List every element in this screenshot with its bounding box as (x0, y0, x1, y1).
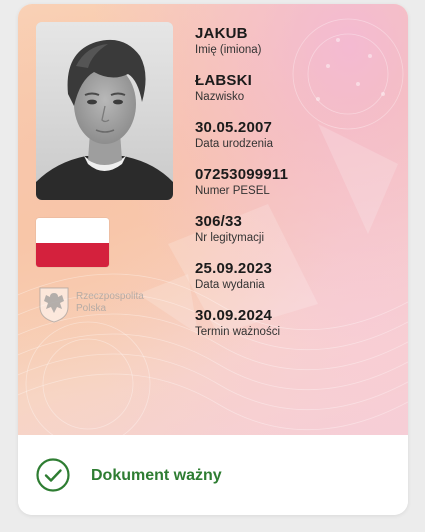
issue-date-value: 25.09.2023 (195, 260, 273, 277)
emblem-text-line1: Rzeczpospolita (76, 291, 144, 302)
field-last-name: ŁABSKI Nazwisko (195, 71, 395, 105)
id-card: Rzeczpospolita Polska JAKUB Imię (imiona… (18, 4, 408, 515)
field-pesel: 07253099911 Numer PESEL (195, 165, 395, 199)
id-number-value: 306/33 (195, 213, 243, 230)
first-name-label: Imię (imiona) (195, 44, 262, 56)
expiry-date-value: 30.09.2024 (195, 307, 273, 324)
field-issue-date: 25.09.2023 Data wydania (195, 259, 395, 293)
field-expiry-date: 30.09.2024 Termin ważności (195, 306, 395, 340)
birth-date-value: 30.05.2007 (195, 119, 273, 136)
document-fields: JAKUB Imię (imiona) ŁABSKI Nazwisko 30.0… (195, 24, 395, 353)
id-number-label: Nr legitymacji (195, 232, 265, 244)
emblem-text-line2: Polska (76, 303, 107, 314)
field-first-name: JAKUB Imię (imiona) (195, 24, 395, 58)
issue-date-label: Data wydania (195, 279, 265, 291)
polish-flag (36, 218, 109, 267)
field-birth-date: 30.05.2007 Data urodzenia (195, 118, 395, 152)
last-name-label: Nazwisko (195, 91, 245, 103)
last-name-value: ŁABSKI (195, 72, 253, 89)
eagle-emblem-icon (36, 285, 72, 323)
emblem-text: Rzeczpospolita Polska (76, 291, 144, 315)
first-name-value: JAKUB (195, 25, 248, 42)
expiry-date-label: Termin ważności (195, 326, 280, 338)
profile-photo (36, 22, 173, 200)
birth-date-label: Data urodzenia (195, 138, 273, 150)
check-circle-icon (36, 458, 70, 492)
field-id-number: 306/33 Nr legitymacji (195, 212, 395, 246)
document-background: Rzeczpospolita Polska JAKUB Imię (imiona… (18, 4, 408, 435)
pesel-value: 07253099911 (195, 166, 289, 183)
status-text: Dokument ważny (91, 467, 222, 484)
status-bar: Dokument ważny (18, 435, 408, 515)
pesel-label: Numer PESEL (195, 185, 270, 197)
